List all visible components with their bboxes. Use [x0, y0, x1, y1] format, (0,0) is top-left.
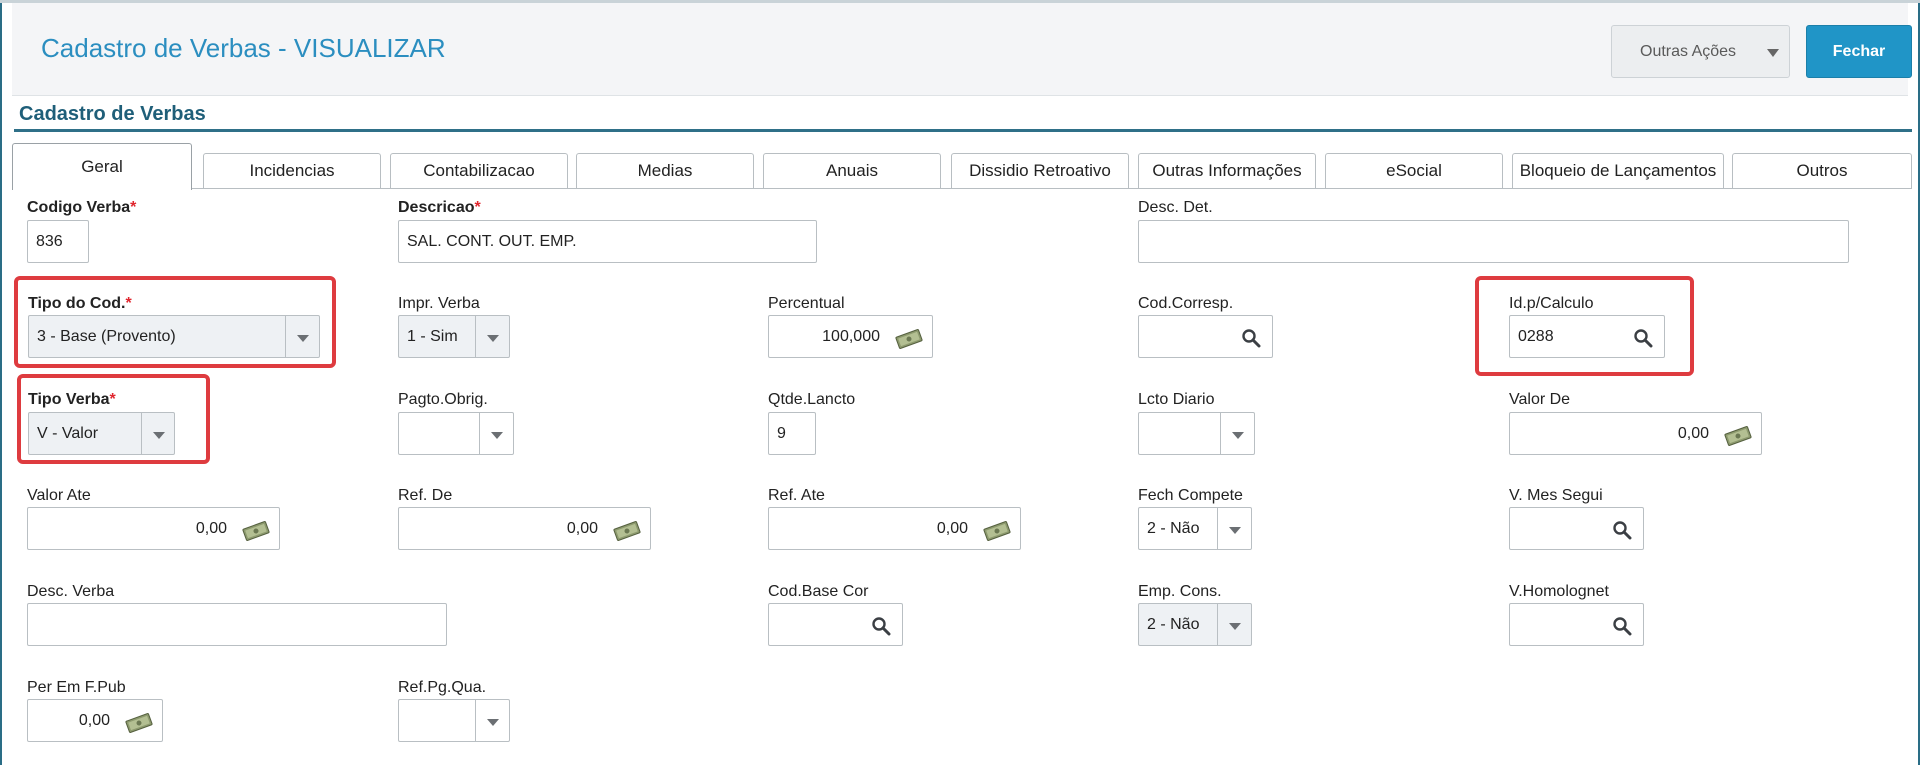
money-icon[interactable]	[612, 520, 642, 542]
search-icon[interactable]	[1241, 328, 1261, 348]
desc-verba-label: Desc. Verba	[27, 583, 115, 600]
page-title: Cadastro de Verbas - VISUALIZAR	[41, 33, 446, 63]
descricao-label: Descricao*	[398, 199, 481, 216]
highlight-id-calculo	[1475, 276, 1694, 376]
pagto-obrig-select[interactable]	[398, 412, 514, 455]
valor-ate-field[interactable]: 0,00	[27, 507, 280, 550]
lcto-diario-label: Lcto Diario	[1138, 391, 1215, 408]
v-mes-segui-field[interactable]	[1509, 507, 1644, 550]
ref-ate-label: Ref. Ate	[768, 487, 825, 504]
impr-verba-select[interactable]: 1 - Sim	[398, 315, 510, 358]
desc-verba-field[interactable]	[27, 603, 447, 646]
desc-det-field[interactable]	[1138, 220, 1849, 263]
pagto-obrig-label: Pagto.Obrig.	[398, 391, 488, 408]
tabbar-divider	[12, 188, 1912, 189]
tab-bloqueio-lancamentos[interactable]: Bloqueio de Lançamentos	[1512, 153, 1724, 188]
money-icon[interactable]	[1723, 425, 1753, 447]
tab-geral[interactable]: Geral	[12, 143, 192, 190]
qtde-lancto-label: Qtde.Lancto	[768, 391, 856, 408]
percentual-label: Percentual	[768, 295, 845, 312]
qtde-lancto-field[interactable]: 9	[768, 412, 816, 455]
percentual-field[interactable]: 100,000	[768, 315, 933, 358]
tab-outras-informacoes[interactable]: Outras Informações	[1138, 153, 1316, 188]
cod-base-cor-field[interactable]	[768, 603, 903, 646]
tab-outros[interactable]: Outros	[1732, 153, 1912, 188]
highlight-tipo-verba	[17, 374, 210, 464]
chevron-down-icon	[1229, 527, 1241, 534]
v-mes-segui-label: V. Mes Segui	[1509, 487, 1603, 504]
chevron-down-icon	[1232, 432, 1244, 439]
desc-det-label: Desc. Det.	[1138, 199, 1213, 216]
tab-dissidio-retroativo[interactable]: Dissidio Retroativo	[951, 153, 1129, 188]
chevron-down-icon	[491, 432, 503, 439]
ref-de-field[interactable]: 0,00	[398, 507, 651, 550]
money-icon[interactable]	[241, 520, 271, 542]
cod-base-cor-label: Cod.Base Cor	[768, 583, 869, 600]
per-em-f-pub-field[interactable]: 0,00	[27, 699, 163, 742]
fech-compete-label: Fech Compete	[1138, 487, 1243, 504]
valor-de-label: Valor De	[1509, 391, 1571, 408]
ref-pg-qua-select[interactable]	[398, 699, 510, 742]
search-icon[interactable]	[871, 616, 891, 636]
fech-compete-select[interactable]: 2 - Não	[1138, 507, 1252, 550]
tab-contabilizacao[interactable]: Contabilizacao	[390, 153, 568, 188]
close-button[interactable]: Fechar	[1806, 25, 1912, 78]
per-em-f-pub-label: Per Em F.Pub	[27, 679, 126, 696]
ref-de-label: Ref. De	[398, 487, 453, 504]
search-icon[interactable]	[1612, 616, 1632, 636]
search-icon[interactable]	[1612, 520, 1632, 540]
cod-corresp-field[interactable]	[1138, 315, 1273, 358]
tab-incidencias[interactable]: Incidencias	[203, 153, 381, 188]
emp-cons-select[interactable]: 2 - Não	[1138, 603, 1252, 646]
descricao-field[interactable]: SAL. CONT. OUT. EMP.	[398, 220, 817, 263]
chevron-down-icon	[1767, 49, 1779, 57]
v-homolognet-field[interactable]	[1509, 603, 1644, 646]
page-header: Cadastro de Verbas - VISUALIZAR Outras A…	[12, 3, 1912, 96]
tab-anuais[interactable]: Anuais	[763, 153, 941, 188]
other-actions-label: Outras Ações	[1640, 43, 1737, 60]
v-homolognet-label: V.Homolognet	[1509, 583, 1609, 600]
codigo-verba-field[interactable]: 836	[27, 220, 89, 263]
valor-de-field[interactable]: 0,00	[1509, 412, 1762, 455]
chevron-down-icon	[1229, 623, 1241, 630]
section-title: Cadastro de Verbas	[19, 103, 206, 125]
money-icon[interactable]	[982, 520, 1012, 542]
ref-pg-qua-label: Ref.Pg.Qua.	[398, 679, 487, 696]
chevron-down-icon	[487, 719, 499, 726]
lcto-diario-select[interactable]	[1138, 412, 1255, 455]
tab-medias[interactable]: Medias	[576, 153, 754, 188]
codigo-verba-label: Codigo Verba*	[27, 199, 137, 216]
highlight-tipo-cod	[14, 276, 336, 368]
money-icon[interactable]	[124, 712, 154, 734]
valor-ate-label: Valor Ate	[27, 487, 91, 504]
chevron-down-icon	[487, 335, 499, 342]
window-frame	[0, 0, 1920, 765]
other-actions-button[interactable]: Outras Ações	[1611, 25, 1790, 78]
emp-cons-label: Emp. Cons.	[1138, 583, 1222, 600]
section-divider	[14, 129, 1912, 132]
money-icon[interactable]	[894, 328, 924, 350]
impr-verba-label: Impr. Verba	[398, 295, 480, 312]
tab-esocial[interactable]: eSocial	[1325, 153, 1503, 188]
ref-ate-field[interactable]: 0,00	[768, 507, 1021, 550]
cod-corresp-label: Cod.Corresp.	[1138, 295, 1234, 312]
